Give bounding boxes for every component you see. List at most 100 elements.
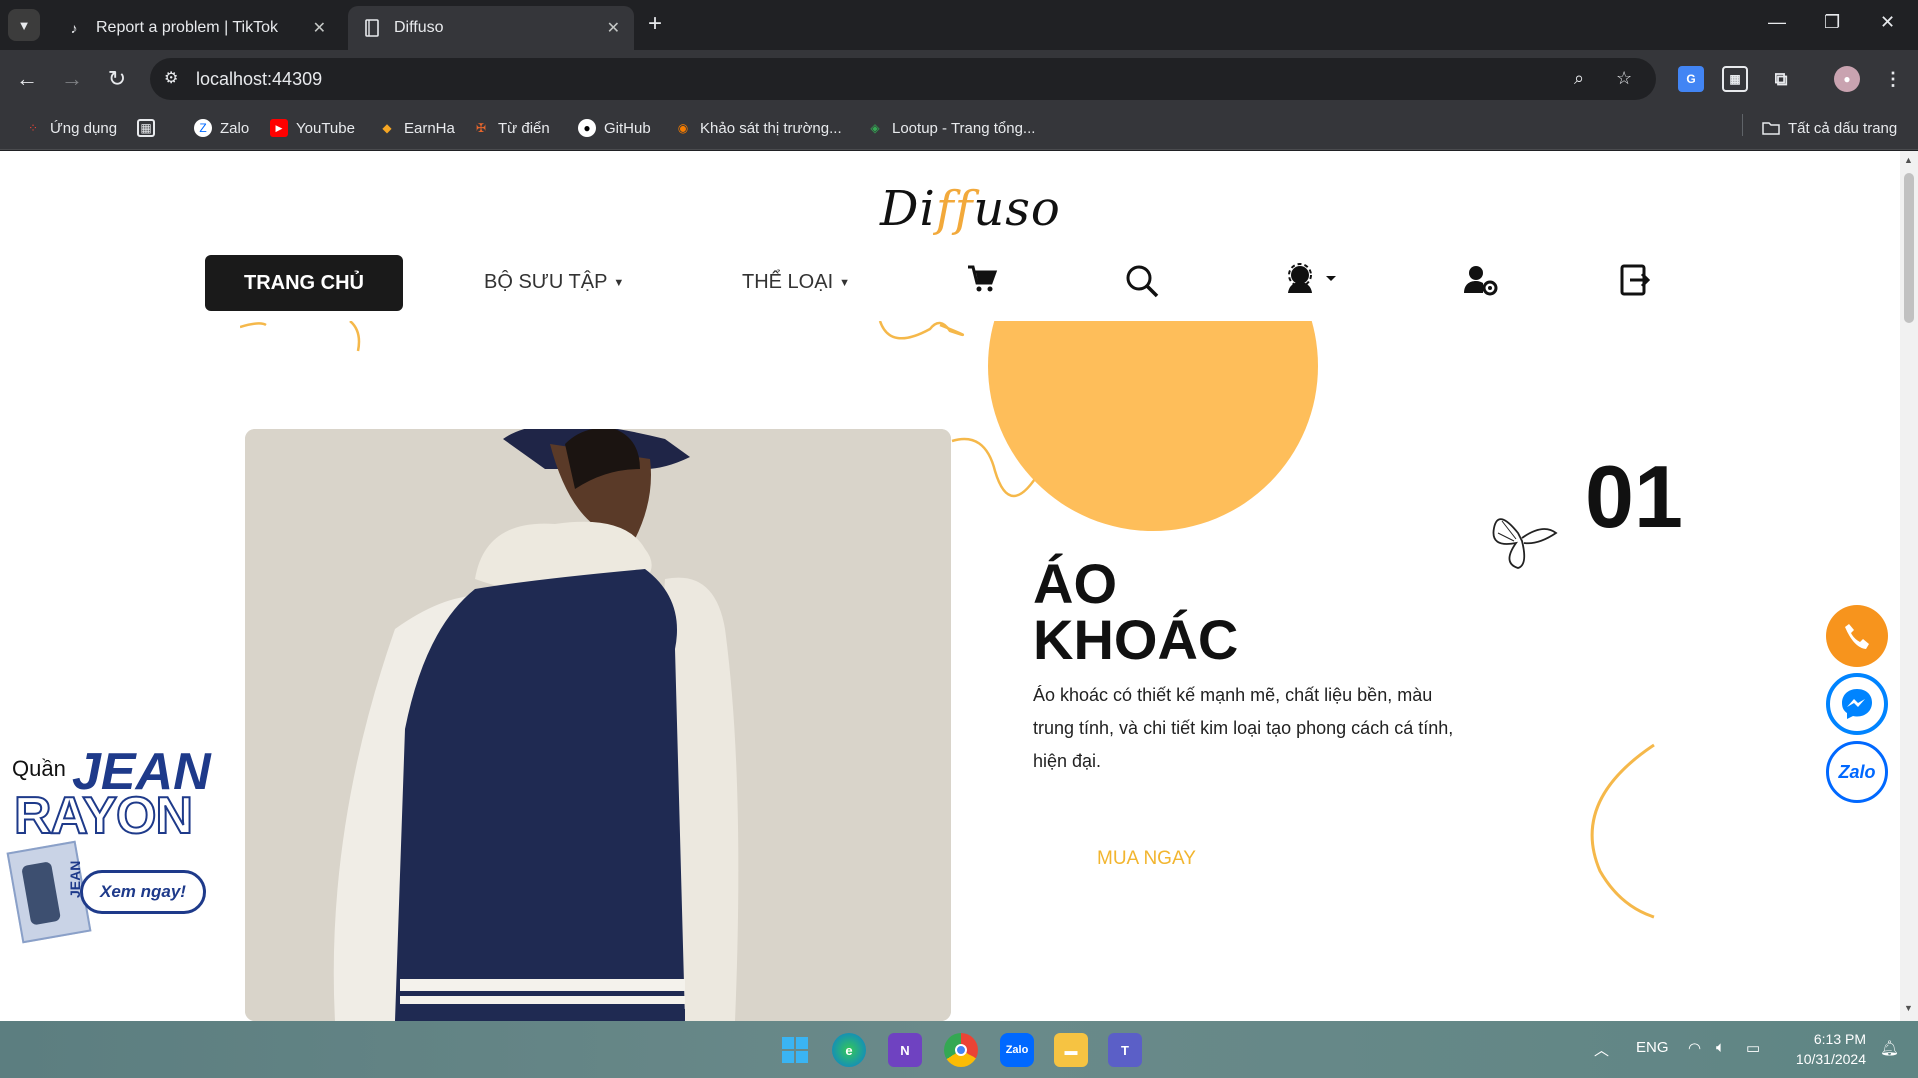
chrome-icon[interactable] (944, 1033, 978, 1067)
bookmark-label: Tất cả dấu trang (1788, 119, 1898, 137)
promo-view-button[interactable]: Xem ngay! (80, 870, 206, 914)
user-support-icon[interactable] (1286, 263, 1336, 303)
scroll-down-icon[interactable]: ▼ (1904, 1003, 1913, 1013)
site-logo[interactable]: Diffuso (880, 181, 1061, 237)
caret-down-icon: ▼ (839, 276, 851, 289)
site-info-icon[interactable]: ⚙ (164, 68, 178, 88)
language-indicator[interactable]: ENG (1636, 1039, 1669, 1056)
tray-expand-icon[interactable]: ︿ (1594, 1039, 1609, 1060)
hero-title: ÁO KHOÁC (1033, 556, 1238, 668)
scroll-thumb[interactable] (1904, 173, 1914, 323)
page-scrollbar[interactable]: ▲ ▼ (1900, 151, 1918, 1021)
profile-avatar[interactable]: ● (1834, 66, 1860, 92)
tab-title: Report a problem | TikTok (96, 19, 279, 36)
nav-collection-dropdown[interactable]: BỘ SƯU TẬP ▼ (484, 271, 624, 294)
all-bookmarks-button[interactable]: Tất cả dấu trang (1762, 119, 1897, 137)
close-icon[interactable]: ✕ (313, 18, 326, 38)
system-clock[interactable]: 6:13 PM 10/31/2024 (1786, 1029, 1866, 1069)
product-pack-image: JEAN (6, 840, 92, 944)
slide-number: 01 (1585, 447, 1683, 546)
menu-icon[interactable]: ⋮ (1880, 66, 1906, 92)
translate-icon[interactable]: G (1678, 66, 1704, 92)
zoom-icon[interactable]: ⌕ (1574, 68, 1584, 89)
wifi-icon[interactable]: ◠ (1688, 1039, 1701, 1057)
restore-icon[interactable]: ❐ (1824, 12, 1840, 33)
close-window-icon[interactable]: ✕ (1880, 12, 1895, 33)
browser-tab-bar: ▼ ♪ Report a problem | TikTok ✕ Diffuso … (0, 0, 1918, 50)
minimize-icon[interactable]: — (1768, 12, 1786, 33)
user-settings-icon[interactable] (1464, 263, 1498, 305)
bookmark-label: Khảo sát thị trường... (700, 119, 842, 137)
zalo-icon: Z (194, 119, 212, 137)
bookmark-star-icon[interactable]: ☆ (1616, 68, 1632, 89)
bookmark-label: Ứng dụng (50, 119, 118, 137)
bookmark-dictionary[interactable]: ✠ Từ điển (472, 119, 550, 137)
reload-icon[interactable]: ↻ (102, 64, 132, 94)
bookmark-apps[interactable]: ⁘ Ứng dụng (24, 119, 117, 137)
hero-product-image[interactable] (245, 429, 951, 1021)
hero-title-line: ÁO (1033, 552, 1117, 615)
visual-studio-icon[interactable]: N (888, 1033, 922, 1067)
teams-icon[interactable]: T (1108, 1033, 1142, 1067)
zalo-button[interactable]: Zalo (1826, 741, 1888, 803)
promo-text: Quần (12, 756, 66, 781)
divider (1742, 114, 1743, 136)
cart-icon[interactable] (966, 263, 998, 303)
bookmark-github[interactable]: ● GitHub (578, 119, 651, 137)
bookmark-label: EarnHa (404, 119, 455, 137)
survey-icon: ◉ (677, 121, 689, 135)
tab-search-button[interactable]: ▼ (8, 9, 40, 41)
nav-category-dropdown[interactable]: THỂ LOẠI ▼ (742, 271, 850, 294)
scroll-up-icon[interactable]: ▲ (1904, 155, 1913, 165)
forward-icon[interactable]: → (57, 64, 87, 94)
lootup-icon: ◈ (870, 121, 880, 135)
page-icon (362, 18, 382, 38)
earnha-icon: ◆ (382, 121, 392, 135)
nav-label: THỂ LOẠI (742, 271, 834, 293)
url-text: localhost:44309 (196, 69, 323, 89)
bookmark-survey[interactable]: ◉ Khảo sát thị trường... (674, 119, 842, 137)
battery-icon[interactable]: ▭ (1746, 1039, 1760, 1057)
address-bar[interactable]: ⚙ localhost:44309 ⌕ ☆ (150, 58, 1656, 100)
nav-home-button[interactable]: TRANG CHỦ (205, 255, 403, 311)
windows-taskbar: e N Zalo ▬ T ︿ ENG ◠ 🔈︎ ▭ 6:13 PM 10/31/… (0, 1021, 1918, 1078)
back-icon[interactable]: ← (12, 64, 42, 94)
search-icon[interactable] (1124, 263, 1160, 307)
volume-icon[interactable]: 🔈︎ (1716, 1039, 1725, 1056)
browser-toolbar: ← → ↻ ⚙ localhost:44309 ⌕ ☆ G ▦ ⧉ ● ⋮ (0, 50, 1918, 108)
tab-tiktok[interactable]: ♪ Report a problem | TikTok ✕ (50, 6, 340, 50)
edge-dev-icon[interactable]: e (832, 1033, 866, 1067)
buy-now-button[interactable]: MUA NGAY (1097, 848, 1196, 870)
bookmark-earnha[interactable]: ◆ EarnHa (378, 119, 455, 137)
bookmark-label: YouTube (296, 119, 355, 137)
logo-text-accent: ff (935, 181, 974, 237)
tab-diffuso[interactable]: Diffuso ✕ (348, 6, 634, 50)
tab-groups-icon[interactable]: ▦ (137, 119, 163, 137)
folder-icon (1762, 119, 1780, 137)
file-explorer-icon[interactable]: ▬ (1054, 1033, 1088, 1067)
notification-icon[interactable]: 🔔︎ (1880, 1039, 1899, 1057)
messenger-button[interactable] (1826, 673, 1888, 735)
bookmark-zalo[interactable]: Z Zalo (194, 119, 249, 137)
bookmark-lootup[interactable]: ◈ Lootup - Trang tổng... (866, 119, 1035, 137)
bookmark-label: Zalo (220, 119, 250, 137)
youtube-icon: ▶ (270, 119, 288, 137)
phone-call-button[interactable] (1826, 605, 1888, 667)
nav-label: BỘ SƯU TẬP (484, 271, 608, 293)
windows-start-icon[interactable] (778, 1033, 812, 1067)
tab-title: Diffuso (394, 19, 444, 36)
logo-text: uso (973, 181, 1061, 237)
promo-jean-banner[interactable]: Quần JEAN RAYON JEAN Xem ngay! (6, 743, 218, 956)
close-icon[interactable]: ✕ (607, 18, 620, 38)
logout-icon[interactable] (1620, 263, 1651, 305)
new-tab-button[interactable]: + (648, 12, 662, 36)
bookmark-label: Lootup - Trang tổng... (892, 119, 1036, 137)
caret-down-icon: ▼ (613, 276, 625, 289)
bookmark-youtube[interactable]: ▶ YouTube (270, 119, 355, 137)
bookmarks-bar: ⁘ Ứng dụng ▦ Z Zalo ▶ YouTube ◆ EarnHa ✠… (0, 108, 1918, 244)
zalo-app-icon[interactable]: Zalo (1000, 1033, 1034, 1067)
extensions-icon[interactable]: ⧉ (1768, 66, 1794, 92)
qr-code-icon[interactable]: ▦ (1722, 66, 1748, 92)
clock-time: 6:13 PM (1813, 1031, 1866, 1047)
bookmark-label: GitHub (604, 119, 651, 137)
